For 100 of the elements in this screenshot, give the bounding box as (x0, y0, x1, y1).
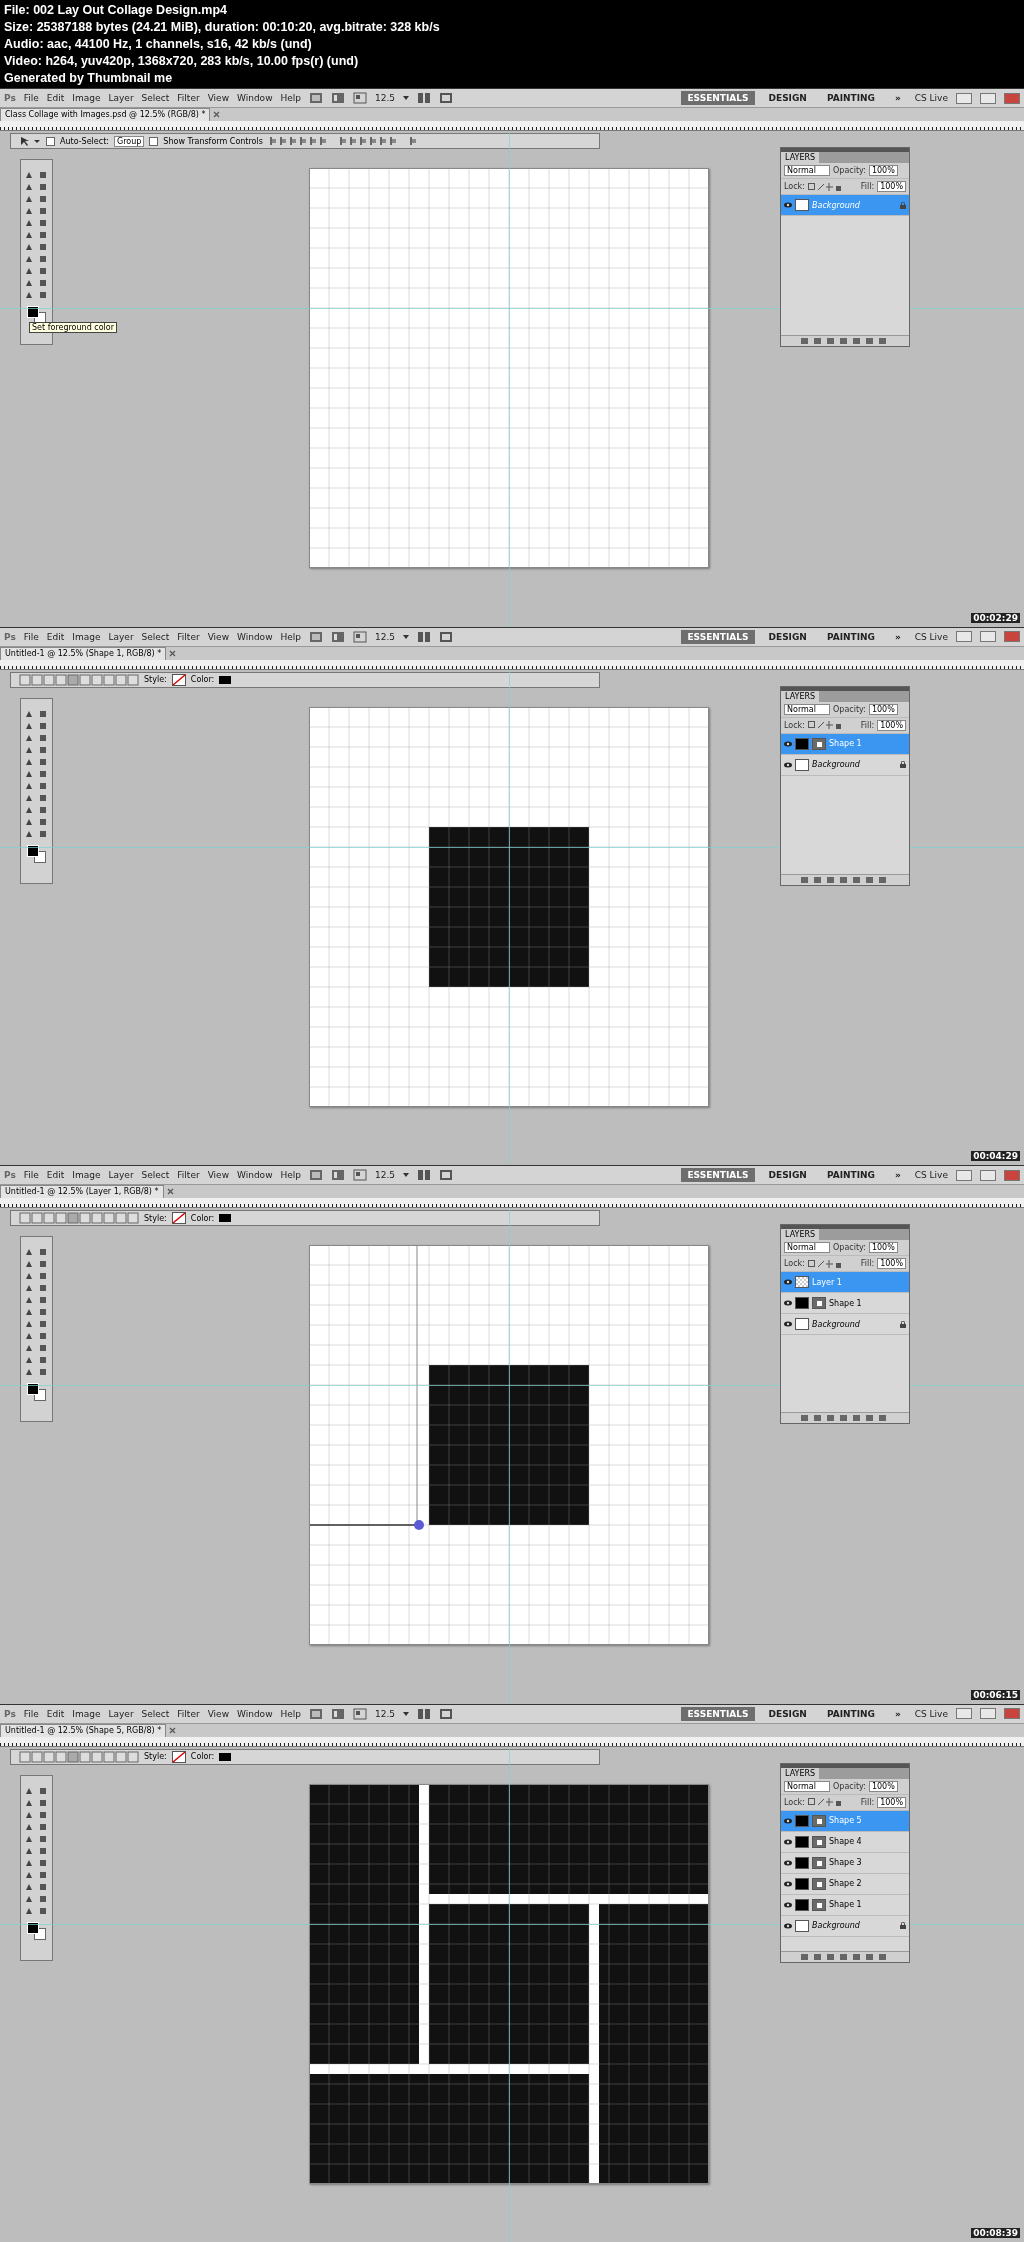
tool-icon[interactable] (37, 720, 48, 731)
tool-icon[interactable] (23, 242, 34, 252)
checkbox[interactable] (149, 136, 159, 146)
tool-icon[interactable] (37, 266, 48, 276)
tool-icon[interactable] (37, 1319, 48, 1329)
menu-item[interactable]: Edit (46, 1170, 65, 1180)
workspace-tab[interactable]: ESSENTIALS (681, 91, 755, 105)
menu-item[interactable]: Edit (46, 1708, 65, 1719)
tool-icon[interactable] (37, 1797, 48, 1808)
tool-icon[interactable] (23, 254, 34, 264)
tool-icon[interactable] (37, 206, 48, 216)
bridge-icon[interactable] (309, 92, 324, 104)
align-distribute-icons-drawing[interactable] (267, 135, 418, 147)
blend-mode-dropdown[interactable]: Normal (784, 165, 830, 176)
arrange-documents-icon[interactable] (417, 1169, 432, 1181)
view-extras-icon[interactable] (353, 630, 368, 643)
menu-item[interactable]: View (207, 1708, 229, 1719)
minimize-button[interactable] (956, 631, 972, 642)
workspace-tab[interactable]: DESIGN (762, 91, 813, 105)
menu-item[interactable]: Select (141, 631, 170, 642)
workspace-tab[interactable]: PAINTING (820, 1706, 881, 1721)
arrange-documents-icon[interactable] (417, 92, 432, 104)
screen-mode-icon[interactable] (439, 630, 454, 643)
menu-item[interactable]: Image (72, 1708, 101, 1719)
menu-item[interactable]: File (23, 1170, 39, 1180)
tool-icon[interactable] (37, 182, 48, 192)
tool-icon[interactable] (37, 792, 48, 803)
more-workspaces-button[interactable]: » (888, 1168, 907, 1182)
foreground-background-colors[interactable] (26, 1921, 47, 1940)
tool-icon[interactable] (37, 1367, 48, 1377)
opacity-field[interactable]: 100% (868, 703, 898, 715)
color-swatch[interactable] (219, 1214, 232, 1222)
close-button[interactable] (1004, 92, 1020, 104)
workspace-tab[interactable]: PAINTING (820, 1168, 881, 1182)
mini-bridge-icon[interactable] (331, 1707, 346, 1720)
tool-icon[interactable] (23, 206, 34, 216)
tool-icon[interactable] (23, 218, 34, 228)
cs-live-button[interactable]: CS Live (914, 1170, 948, 1180)
tool-icon[interactable] (23, 1343, 34, 1353)
tool-icon[interactable] (37, 1283, 48, 1293)
maximize-button[interactable] (980, 92, 996, 104)
zoom-level-dropdown[interactable]: 12.5 (375, 631, 396, 642)
minimize-button[interactable] (956, 1708, 972, 1719)
tool-icon[interactable] (23, 266, 34, 276)
menu-item[interactable]: View (207, 1170, 229, 1180)
fill-field[interactable]: 100% (877, 181, 906, 192)
workspace-tab[interactable]: DESIGN (762, 1168, 813, 1182)
tool-icon[interactable] (23, 1259, 34, 1269)
menu-item[interactable]: Help (280, 93, 302, 103)
visibility-eye-icon[interactable] (784, 1817, 792, 1824)
opacity-field[interactable]: 100% (868, 165, 898, 176)
visibility-eye-icon[interactable] (784, 202, 792, 208)
tool-icon[interactable] (37, 768, 48, 779)
visibility-eye-icon[interactable] (784, 1859, 792, 1866)
tool-icon[interactable] (37, 1259, 48, 1269)
tool-icon[interactable] (37, 708, 48, 719)
tool-icon[interactable] (37, 1331, 48, 1341)
menu-item[interactable]: Select (141, 1708, 170, 1719)
tool-icon[interactable] (23, 278, 34, 288)
visibility-eye-icon[interactable] (784, 1880, 792, 1887)
tool-icon[interactable] (37, 170, 48, 180)
menu-item[interactable]: Filter (177, 1708, 200, 1719)
tool-icon[interactable] (37, 1307, 48, 1317)
tool-icon[interactable] (23, 1367, 34, 1377)
menu-item[interactable]: Filter (177, 631, 200, 642)
tool-icon[interactable] (37, 1833, 48, 1844)
screen-mode-icon[interactable] (439, 92, 454, 104)
tool-icon[interactable] (37, 816, 48, 827)
menu-item[interactable]: Edit (46, 93, 65, 103)
menu-item[interactable]: Select (141, 1170, 170, 1180)
menu-item[interactable]: Filter (177, 93, 200, 103)
menu-item[interactable]: Window (237, 631, 273, 642)
cs-live-button[interactable]: CS Live (914, 1708, 948, 1719)
screen-mode-icon[interactable] (439, 1707, 454, 1720)
lock-icons-drawing[interactable] (807, 182, 842, 191)
foreground-background-colors[interactable] (26, 844, 47, 863)
menu-item[interactable]: Layer (108, 1170, 134, 1180)
tool-icon[interactable] (37, 290, 48, 300)
menu-item[interactable]: Layer (108, 631, 134, 642)
maximize-button[interactable] (980, 1708, 996, 1719)
more-workspaces-button[interactable]: » (888, 629, 907, 644)
opacity-field[interactable]: 100% (868, 1780, 898, 1792)
workspace-tab[interactable]: ESSENTIALS (681, 629, 755, 644)
menu-item[interactable]: Image (72, 631, 101, 642)
cs-live-button[interactable]: CS Live (914, 93, 948, 103)
menu-item[interactable]: Help (280, 631, 302, 642)
close-icon[interactable] (166, 1188, 174, 1195)
tool-icon[interactable] (37, 1905, 48, 1916)
visibility-eye-icon[interactable] (784, 1922, 792, 1929)
tool-icon[interactable] (37, 1857, 48, 1868)
tool-icon[interactable] (37, 732, 48, 743)
tool-icon[interactable] (37, 744, 48, 755)
document-tab[interactable]: Class Collage with Images.psd @ 12.5% (RGB/8) * (0, 108, 211, 121)
auto-select-dropdown[interactable]: Group (114, 135, 145, 147)
tool-icon[interactable] (37, 780, 48, 791)
bridge-icon[interactable] (309, 630, 324, 643)
tool-icon[interactable] (23, 1307, 34, 1317)
tool-icon[interactable] (37, 1271, 48, 1281)
workspace-tab[interactable]: DESIGN (762, 629, 813, 644)
lock-icons-drawing[interactable] (807, 1798, 842, 1806)
